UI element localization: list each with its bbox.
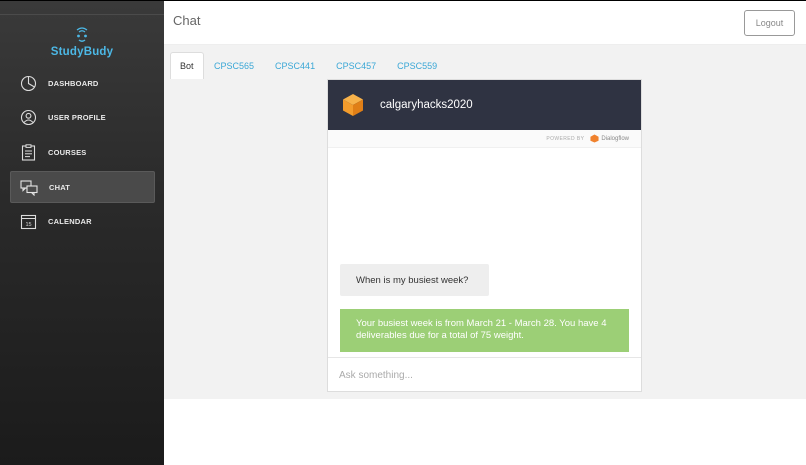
sidebar-item-calendar[interactable]: 15 CALENDAR xyxy=(10,206,155,238)
user-icon xyxy=(19,109,37,127)
powered-by-bar: POWERED BY Dialogflow xyxy=(328,130,641,148)
tab-cpsc565[interactable]: CPSC565 xyxy=(204,52,265,79)
sidebar-item-chat[interactable]: CHAT xyxy=(10,171,155,204)
user-message: When is my busiest week? xyxy=(340,264,489,296)
tab-cpsc441[interactable]: CPSC441 xyxy=(265,52,326,79)
tab-bot[interactable]: Bot xyxy=(170,52,204,79)
chat-bubbles-icon xyxy=(20,178,38,196)
agent-cube-icon xyxy=(343,94,363,116)
brand[interactable]: StudyBudy xyxy=(0,25,164,58)
dialogflow-icon xyxy=(590,134,599,143)
agent-name: calgaryhacks2020 xyxy=(380,99,473,111)
pie-chart-icon xyxy=(19,74,37,92)
chat-widget: calgaryhacks2020 POWERED BY Dialogflow W… xyxy=(327,79,642,392)
sidebar-item-label: USER PROFILE xyxy=(48,113,106,123)
dialogflow-label: Dialogflow xyxy=(601,135,629,142)
calendar-day-number: 15 xyxy=(25,222,31,228)
sidebar: StudyBudy DASHBOARD USER PROFILE COURSES… xyxy=(0,0,164,465)
chat-header: calgaryhacks2020 xyxy=(328,80,641,130)
sidebar-item-label: CALENDAR xyxy=(48,217,92,227)
sidebar-nav: DASHBOARD USER PROFILE COURSES CHAT 15 C… xyxy=(10,67,155,240)
page-title: Chat xyxy=(173,13,201,28)
studybudy-logo-icon xyxy=(76,27,88,42)
bot-message: Your busiest week is from March 21 - Mar… xyxy=(340,309,629,352)
top-bar: Chat Logout xyxy=(164,0,806,45)
sidebar-item-label: DASHBOARD xyxy=(48,78,99,88)
dialogflow-badge: Dialogflow xyxy=(590,134,629,143)
brand-name: StudyBudy xyxy=(50,46,114,58)
course-tabs: Bot CPSC565 CPSC441 CPSC457 CPSC559 xyxy=(170,52,448,79)
tab-cpsc457[interactable]: CPSC457 xyxy=(326,52,387,79)
sidebar-item-label: CHAT xyxy=(49,182,71,192)
sidebar-item-courses[interactable]: COURSES xyxy=(10,136,155,168)
calendar-icon: 15 xyxy=(19,213,37,231)
chat-input-row xyxy=(328,357,641,392)
chat-input[interactable] xyxy=(339,369,629,381)
sidebar-item-user-profile[interactable]: USER PROFILE xyxy=(10,102,155,134)
powered-by-text: POWERED BY xyxy=(546,135,585,142)
clipboard-icon xyxy=(19,143,37,161)
logout-button[interactable]: Logout xyxy=(744,10,795,36)
sidebar-item-dashboard[interactable]: DASHBOARD xyxy=(10,67,155,99)
sidebar-divider xyxy=(0,14,164,15)
tab-cpsc559[interactable]: CPSC559 xyxy=(387,52,448,79)
sidebar-item-label: COURSES xyxy=(48,147,87,157)
